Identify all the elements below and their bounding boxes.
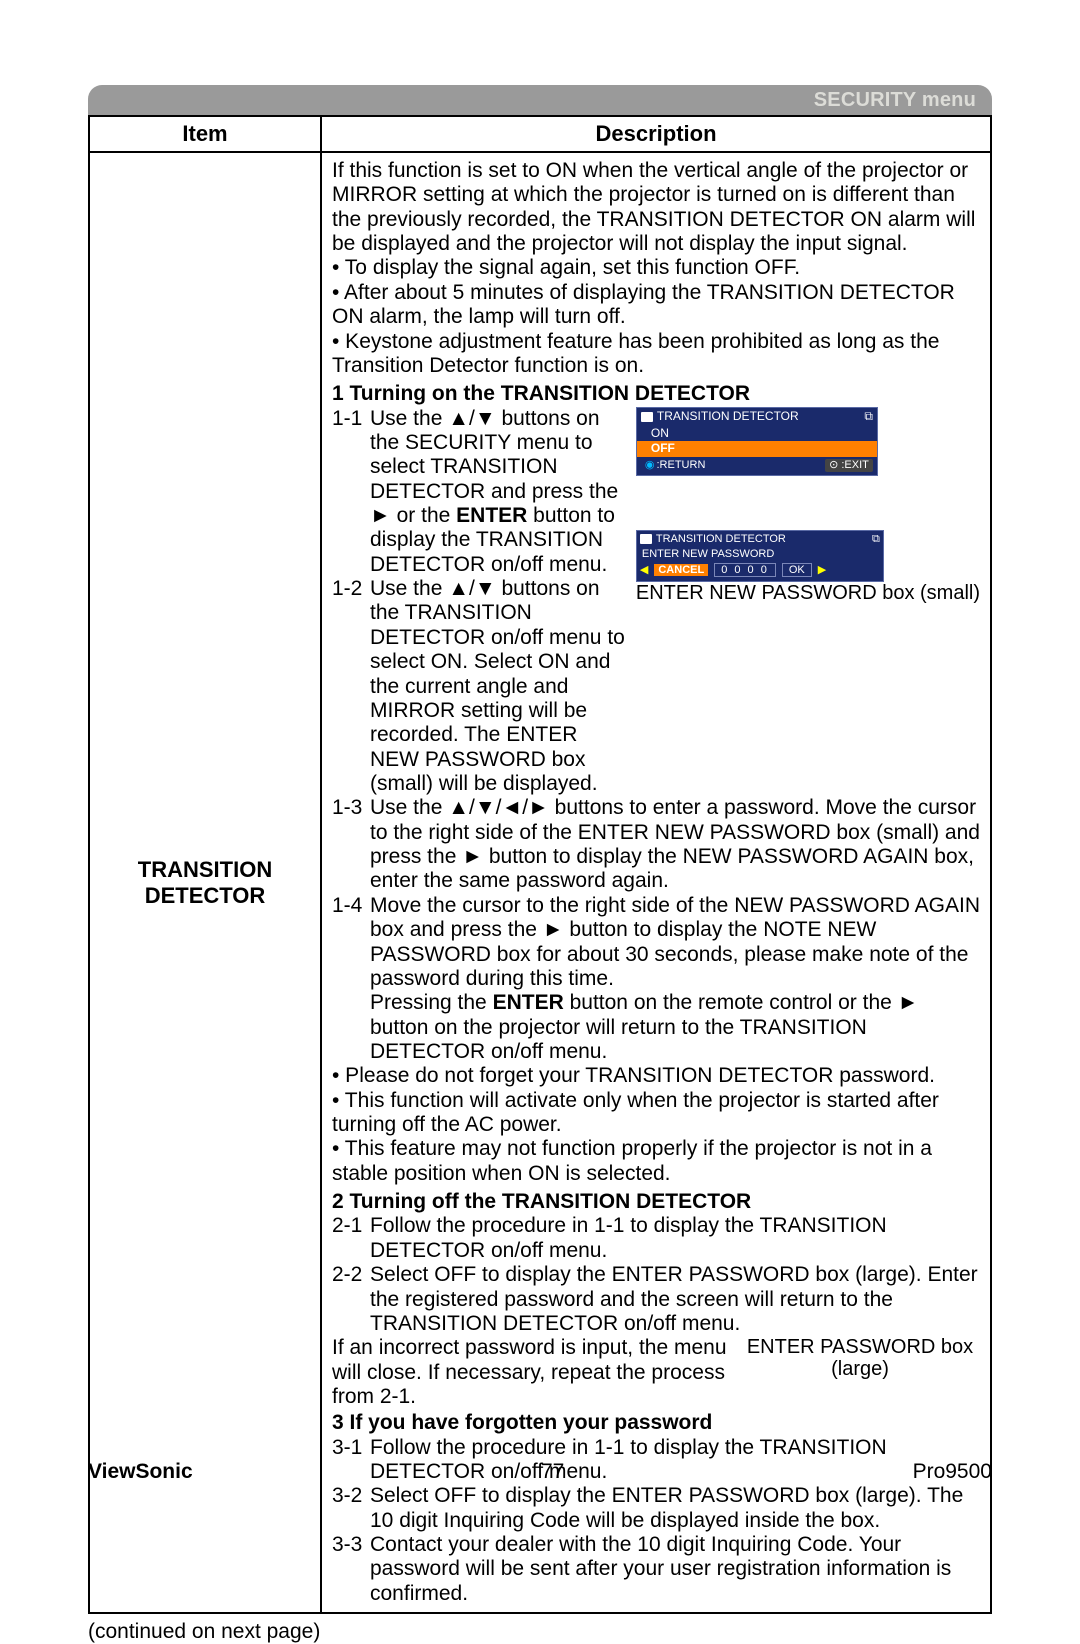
col-description: Description	[321, 116, 991, 152]
help-icon: ⧉	[872, 533, 880, 546]
osd-enter-password-small: TRANSITION DETECTOR ⧉ ENTER NEW PASSWORD…	[636, 530, 884, 582]
osd2-caption: ENTER NEW PASSWORD box (small)	[636, 582, 980, 604]
osd-transition-detector-menu: TRANSITION DETECTOR ⧉ ON OFF :RETURN ⊙ :…	[636, 407, 878, 476]
continued-label: (continued on next page)	[88, 1620, 992, 1644]
section3-title: 3 If you have forgotten your password	[332, 1411, 980, 1435]
osd2-cancel: CANCEL	[654, 564, 708, 577]
col-item: Item	[89, 116, 321, 152]
step-3-3-num: 3-3	[332, 1533, 370, 1606]
menu-table: Item Description TRANSITION DETECTOR If …	[88, 115, 992, 1614]
menu-header: SECURITY menu	[88, 85, 992, 115]
osd2-code: 0 0 0 0	[714, 563, 776, 578]
step-1-2: Use the ▲/▼ buttons on the TRANSITION DE…	[370, 577, 626, 796]
intro-bullet-3: • Keystone adjustment feature has been p…	[332, 330, 980, 379]
footer-model: Pro9500	[913, 1460, 992, 1484]
step-3-2-num: 3-2	[332, 1484, 370, 1533]
sec1-note-1: • Please do not forget your TRANSITION D…	[332, 1064, 980, 1088]
sec1-note-3: • This feature may not function properly…	[332, 1137, 980, 1186]
intro-bullet-2: • After about 5 minutes of displaying th…	[332, 281, 980, 330]
step-1-2-num: 1-2	[332, 577, 370, 796]
osd1-off: OFF	[637, 441, 877, 457]
osd1-exit: ⊙ :EXIT	[825, 459, 873, 472]
intro-bullet-1: • To display the signal again, set this …	[332, 256, 980, 280]
security-icon	[640, 534, 652, 544]
step-1-3: Use the ▲/▼/◄/► buttons to enter a passw…	[370, 796, 980, 893]
step-1-4: Move the cursor to the right side of the…	[370, 894, 980, 1065]
step-2-1: Follow the procedure in 1-1 to display t…	[370, 1214, 980, 1263]
step-1-1-num: 1-1	[332, 407, 370, 578]
security-icon	[641, 412, 653, 422]
footer-brand: ViewSonic	[88, 1460, 193, 1484]
footer: ViewSonic 77 Pro9500	[88, 1460, 992, 1484]
section1-title: 1 Turning on the TRANSITION DETECTOR	[332, 382, 980, 406]
help-icon: ⧉	[864, 410, 873, 424]
step-2-2-num: 2-2	[332, 1263, 370, 1336]
osd-panel-group: TRANSITION DETECTOR ⧉ ON OFF :RETURN ⊙ :…	[636, 407, 980, 605]
right-arrow-icon: ▶	[818, 564, 826, 577]
exit-icon: ⊙	[829, 459, 841, 471]
page: SECURITY menu Item Description TRANSITIO…	[0, 0, 1080, 1532]
sec1-note-2: • This function will activate only when …	[332, 1089, 980, 1138]
item-line1: TRANSITION	[100, 857, 310, 883]
step-1-3-num: 1-3	[332, 796, 370, 893]
osd2-msg: ENTER NEW PASSWORD	[642, 548, 880, 561]
step-1-1: Use the ▲/▼ buttons on the SECURITY menu…	[370, 407, 626, 578]
osd2-title: TRANSITION DETECTOR	[656, 533, 786, 546]
item-line2: DETECTOR	[100, 883, 310, 909]
osd1-return: :RETURN	[645, 459, 706, 472]
osd1-on: ON	[637, 426, 877, 442]
left-arrow-icon: ◀	[640, 564, 648, 577]
intro-paragraph: If this function is set to ON when the v…	[332, 159, 980, 256]
step-1-4-num: 1-4	[332, 894, 370, 1065]
step-3-3: Contact your dealer with the 10 digit In…	[370, 1533, 980, 1606]
item-cell: TRANSITION DETECTOR	[89, 152, 321, 1613]
menu-header-title: SECURITY menu	[814, 89, 976, 112]
step-2-2: Select OFF to display the ENTER PASSWORD…	[370, 1263, 980, 1336]
step-2-1-num: 2-1	[332, 1214, 370, 1263]
step-3-2: Select OFF to display the ENTER PASSWORD…	[370, 1484, 980, 1533]
section2-title: 2 Turning off the TRANSITION DETECTOR	[332, 1190, 980, 1214]
osd1-title: TRANSITION DETECTOR	[657, 410, 799, 424]
enter-pw-large-caption: ENTER PASSWORD box (large)	[740, 1336, 980, 1380]
description-cell: If this function is set to ON when the v…	[321, 152, 991, 1613]
footer-page: 77	[541, 1460, 564, 1484]
osd2-ok: OK	[782, 563, 812, 578]
